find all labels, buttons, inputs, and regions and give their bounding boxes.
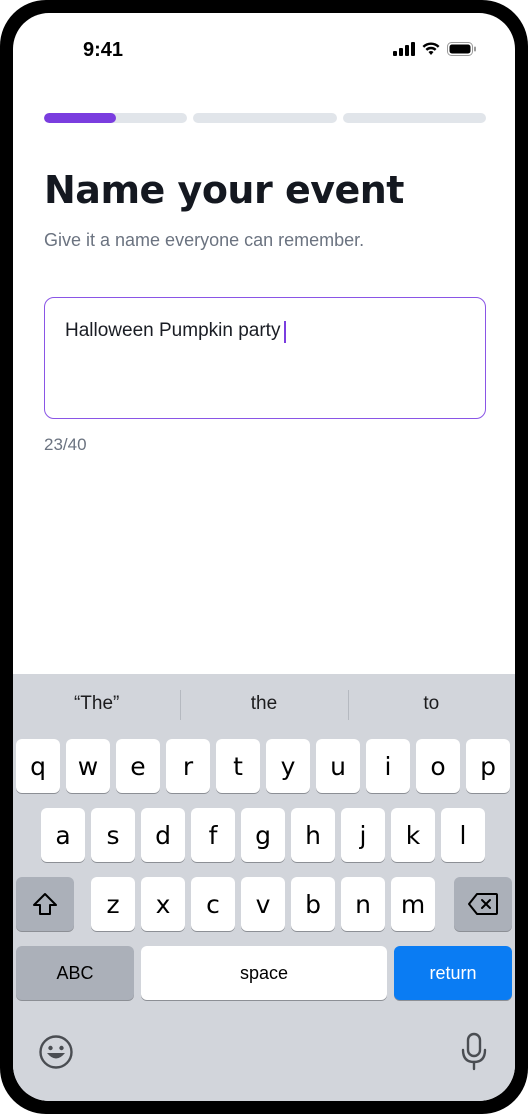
microphone-icon[interactable]	[459, 1032, 489, 1072]
suggestion-2[interactable]: the	[180, 674, 347, 734]
character-counter: 23/40	[44, 435, 87, 454]
key-g[interactable]: g	[241, 808, 285, 862]
progress-step-1	[44, 113, 188, 123]
key-n[interactable]: n	[341, 877, 385, 931]
space-key[interactable]: space	[141, 946, 387, 1000]
backspace-icon	[468, 893, 498, 915]
key-s[interactable]: s	[91, 808, 135, 862]
shift-key[interactable]	[16, 877, 74, 931]
page-subtitle: Give it a name everyone can remember.	[44, 230, 365, 250]
page-title: Name your event	[44, 168, 404, 212]
text-caret	[284, 320, 287, 343]
key-i[interactable]: i	[366, 739, 410, 793]
shift-icon	[33, 893, 57, 915]
event-name-value: Halloween Pumpkin party	[65, 320, 281, 341]
status-time: 9:41	[83, 39, 124, 61]
key-h[interactable]: h	[291, 808, 335, 862]
key-d[interactable]: d	[141, 808, 185, 862]
key-k[interactable]: k	[391, 808, 435, 862]
event-name-input[interactable]: Halloween Pumpkin party	[44, 297, 486, 419]
key-c[interactable]: c	[191, 877, 235, 931]
suggestion-1[interactable]: “The”	[13, 674, 180, 734]
emoji-icon[interactable]	[38, 1034, 74, 1070]
abc-key[interactable]: ABC	[16, 946, 134, 1000]
status-icons	[393, 41, 477, 56]
key-u[interactable]: u	[316, 739, 360, 793]
phone-frame: 9:41 Name your event Give it a name ever…	[0, 0, 528, 1114]
key-r[interactable]: r	[166, 739, 210, 793]
key-o[interactable]: o	[416, 739, 460, 793]
key-e[interactable]: e	[116, 739, 160, 793]
return-key[interactable]: return	[394, 946, 512, 1000]
screen: 9:41 Name your event Give it a name ever…	[13, 13, 515, 1101]
key-y[interactable]: y	[266, 739, 310, 793]
key-t[interactable]: t	[216, 739, 260, 793]
key-a[interactable]: a	[41, 808, 85, 862]
wifi-icon	[422, 42, 440, 55]
key-b[interactable]: b	[291, 877, 335, 931]
key-p[interactable]: p	[466, 739, 510, 793]
suggestion-3[interactable]: to	[347, 674, 515, 734]
suggestion-bar: “The” the to	[13, 674, 515, 734]
key-f[interactable]: f	[191, 808, 235, 862]
battery-icon	[447, 41, 476, 56]
progress-step-2	[193, 113, 337, 123]
key-z[interactable]: z	[91, 877, 135, 931]
key-x[interactable]: x	[141, 877, 185, 931]
key-w[interactable]: w	[66, 739, 110, 793]
key-q[interactable]: q	[16, 739, 60, 793]
step-progress	[44, 113, 486, 123]
progress-step-3	[342, 113, 486, 123]
key-m[interactable]: m	[391, 877, 435, 931]
keyboard: “The” the to q w e r t y u i o p a s d f…	[13, 674, 515, 1101]
key-j[interactable]: j	[341, 808, 385, 862]
signal-icon	[393, 41, 415, 56]
key-l[interactable]: l	[441, 808, 485, 862]
delete-key[interactable]	[454, 877, 512, 931]
key-v[interactable]: v	[241, 877, 285, 931]
